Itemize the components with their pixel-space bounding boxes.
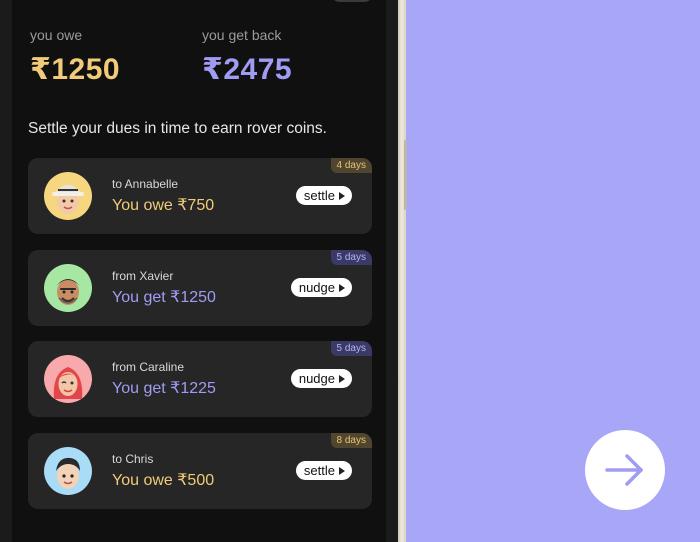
you-owe-amount: ₹1250	[30, 53, 121, 86]
play-arrow-icon	[339, 374, 345, 383]
top-notch	[330, 0, 374, 2]
xavier-avatar	[44, 264, 92, 312]
due-amount: You owe ₹750	[112, 197, 215, 214]
you-get-back-amount: ₹2475	[202, 53, 293, 86]
due-amount: You owe ₹500	[112, 472, 215, 489]
days-badge: 5 days	[330, 250, 372, 265]
nudge-button[interactable]: nudge	[290, 369, 352, 388]
settle-tagline: Settle your dues in time to earn rover c…	[28, 120, 327, 137]
phone-edge	[398, 0, 406, 542]
due-card-chris[interactable]: 8 days to Chris You owe ₹500 settle	[28, 433, 372, 509]
next-arrow-button[interactable]	[585, 430, 665, 510]
days-badge: 4 days	[330, 158, 372, 173]
due-direction: to Annabelle	[112, 177, 179, 191]
annabelle-avatar	[44, 172, 92, 220]
due-amount: You get ₹1250	[112, 289, 216, 306]
you-owe-label: you owe	[30, 27, 83, 43]
due-direction: from Caraline	[112, 360, 185, 374]
settle-button-label: settle	[303, 463, 335, 478]
nudge-button-label: nudge	[298, 371, 335, 386]
settle-button-label: settle	[303, 188, 335, 203]
settle-button[interactable]: settle	[295, 186, 352, 205]
phone-side-button	[404, 140, 407, 210]
due-card-xavier[interactable]: 5 days from Xavier You get ₹1250 nudge	[28, 250, 372, 326]
nudge-button-label: nudge	[298, 280, 335, 295]
due-amount: You get ₹1225	[112, 380, 216, 397]
app-screen: you owe ₹1250 you get back ₹2475 Settle …	[12, 0, 386, 542]
play-arrow-icon	[339, 283, 345, 292]
days-badge: 5 days	[330, 341, 372, 356]
chris-avatar	[44, 447, 92, 495]
play-arrow-icon	[339, 466, 345, 475]
due-direction: from Xavier	[112, 269, 174, 283]
due-direction: to Chris	[112, 452, 154, 466]
you-get-back-label: you get back	[202, 27, 282, 43]
nudge-button[interactable]: nudge	[290, 278, 352, 297]
arrow-right-icon	[605, 454, 643, 486]
play-arrow-icon	[339, 191, 345, 200]
days-badge: 8 days	[330, 433, 372, 448]
due-card-caraline[interactable]: 5 days from Caraline You get ₹1225 nudge	[28, 341, 372, 417]
due-card-annabelle[interactable]: 4 days to Annabelle You owe ₹750 settle	[28, 158, 372, 234]
settle-button[interactable]: settle	[295, 461, 352, 480]
caraline-avatar	[44, 355, 92, 403]
